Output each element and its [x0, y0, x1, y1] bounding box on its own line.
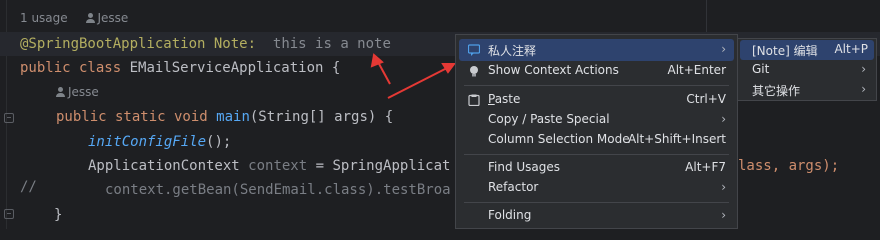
method-call: initConfigFile [88, 134, 207, 150]
menu-item-shortcut: Alt+Enter [667, 63, 726, 77]
menu-item-label: Column Selection Mode [488, 132, 630, 146]
menu-separator [464, 202, 729, 203]
comment-marker: // [20, 179, 37, 195]
note-text: this is a note [272, 36, 391, 52]
chevron-right-icon: › [721, 42, 726, 56]
fold-icon[interactable] [4, 209, 14, 219]
menu-item-shortcut: Alt+F7 [685, 160, 726, 174]
menu-item-paste[interactable]: Paste Ctrl+V [459, 89, 734, 111]
author-hint: Jesse [85, 11, 129, 25]
menu-item-label: Paste [488, 92, 520, 106]
code-editor[interactable]: 1 usage Jesse @SpringBootApplication Not… [0, 0, 880, 229]
chevron-right-icon: › [721, 180, 726, 194]
call-suffix: (); [206, 134, 232, 150]
menu-item-refactor[interactable]: Refactor › [459, 177, 734, 199]
method-params: (String[] args) { [249, 109, 394, 125]
menu-item-label-rest: aste [494, 92, 521, 106]
person-icon [56, 87, 65, 97]
menu-item-shortcut: Alt+Shift+Insert [627, 132, 726, 146]
usage-count[interactable]: 1 usage [20, 11, 68, 25]
comment-note-icon [468, 44, 480, 56]
menu-separator [464, 154, 729, 155]
code-line-main[interactable]: public static void main(String[] args) { [56, 107, 393, 127]
menu-item-label: Show Context Actions [488, 63, 619, 77]
keyword-token: public static void [56, 109, 208, 125]
code-line-close-brace[interactable]: } [54, 205, 62, 225]
code-line-init[interactable]: initConfigFile(); [88, 132, 231, 152]
submenu-item-label: [Note] 编辑 [752, 44, 818, 58]
chevron-right-icon: › [721, 112, 726, 126]
code-line-commented[interactable]: context.getBean(SendEmail.class).testBro… [105, 180, 451, 200]
author-name: Jesse [68, 85, 99, 99]
menu-item-label: 私人注释 [488, 44, 537, 58]
chevron-right-icon: › [721, 208, 726, 222]
code-line-class[interactable]: public class EMailServiceApplication { [20, 58, 340, 78]
assignment: = SpringApplicat [307, 158, 451, 174]
clipboard-icon [468, 94, 480, 106]
menu-item-column-selection-mode[interactable]: Column Selection Mode Alt+Shift+Insert [459, 129, 734, 151]
code-line-context[interactable]: ApplicationContext context = SpringAppli… [88, 156, 450, 176]
lightbulb-icon [470, 66, 478, 77]
code-line-context-tail: lass, args); [738, 156, 839, 176]
submenu-item-other-actions[interactable]: 其它操作 › [740, 80, 874, 100]
type-token: ApplicationContext [88, 158, 249, 174]
author-name: Jesse [97, 11, 129, 25]
submenu-item-note-edit[interactable]: [Note] 编辑 Alt+P [740, 40, 874, 60]
fold-icon[interactable] [4, 113, 14, 123]
method-name: main [216, 109, 250, 125]
menu-item-show-context-actions[interactable]: Show Context Actions Alt+Enter [459, 60, 734, 82]
author-hint-main: Jesse [56, 85, 99, 99]
context-menu: 私人注释 › Show Context Actions Alt+Enter Pa… [455, 34, 738, 229]
menu-separator [464, 85, 729, 86]
unused-variable: context [248, 158, 308, 174]
menu-item-label: Find Usages [488, 160, 561, 174]
menu-item-label: Copy / Paste Special [488, 112, 610, 126]
menu-item-shortcut: Ctrl+V [686, 92, 726, 106]
code-line-annotation[interactable]: @SpringBootApplication Note: this is a n… [20, 34, 391, 54]
menu-item-copy-paste-special[interactable]: Copy / Paste Special › [459, 109, 734, 131]
private-note-submenu: [Note] 编辑 Alt+P Git › 其它操作 › [737, 38, 877, 101]
class-declaration: EMailServiceApplication { [121, 60, 341, 76]
person-icon [85, 13, 95, 23]
menu-item-label: Folding [488, 208, 532, 222]
note-label: Note: [213, 36, 257, 52]
submenu-item-label: Git [752, 62, 770, 76]
menu-item-find-usages[interactable]: Find Usages Alt+F7 [459, 157, 734, 179]
submenu-item-shortcut: Alt+P [834, 42, 868, 56]
usage-hint[interactable]: 1 usage Jesse [20, 11, 128, 25]
keyword-token: public class [20, 60, 122, 76]
keyword-token: lass, args); [738, 158, 840, 174]
menu-item-private-note[interactable]: 私人注释 › [459, 39, 734, 61]
submenu-item-git[interactable]: Git › [740, 60, 874, 80]
annotation-token: @SpringBootApplication [20, 36, 206, 52]
mnemonic-letter: P [488, 92, 495, 106]
chevron-right-icon: › [861, 82, 866, 96]
submenu-item-label: 其它操作 [752, 84, 801, 98]
menu-item-folding[interactable]: Folding › [459, 205, 734, 227]
chevron-right-icon: › [861, 62, 866, 76]
menu-item-label: Refactor [488, 180, 539, 194]
